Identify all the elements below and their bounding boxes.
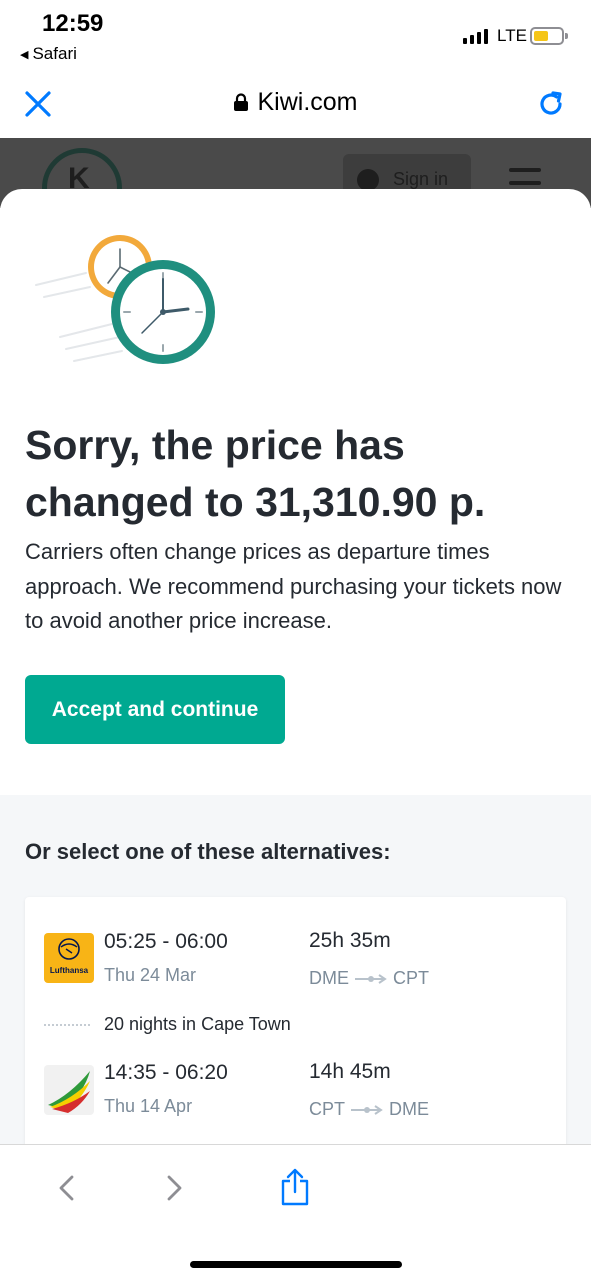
browser-address-bar: Kiwi.com bbox=[0, 70, 591, 138]
site-signin-label: Sign in bbox=[393, 169, 449, 189]
back-icon[interactable] bbox=[56, 1173, 78, 1203]
nights-separator bbox=[44, 1024, 90, 1026]
browser-toolbar bbox=[0, 1144, 591, 1280]
ethiopian-airlines-logo bbox=[44, 1065, 94, 1115]
back-app-label: Safari bbox=[32, 44, 77, 63]
stay-length: 20 nights in Cape Town bbox=[104, 1014, 291, 1034]
battery-icon bbox=[530, 27, 568, 45]
inbound-duration: 14h 45m bbox=[309, 1060, 391, 1083]
crane-icon bbox=[58, 938, 80, 960]
lufthansa-logo: Lufthansa bbox=[44, 933, 94, 983]
route-arrow-icon bbox=[351, 1104, 383, 1115]
lock-icon bbox=[234, 93, 249, 111]
user-icon bbox=[357, 169, 379, 191]
outbound-date: Thu 24 Mar bbox=[104, 965, 197, 985]
carrier-logo-text: Lufthansa bbox=[49, 966, 89, 975]
outbound-to: CPT bbox=[393, 968, 429, 988]
clocks-illustration bbox=[35, 235, 215, 364]
inbound-route: CPT DME bbox=[309, 1099, 429, 1120]
status-time: 12:59 bbox=[42, 10, 104, 37]
url-text: Kiwi.com bbox=[257, 88, 358, 116]
reload-icon[interactable] bbox=[536, 89, 566, 119]
price-change-headline: Sorry, the price has changed to 31,310.9… bbox=[25, 422, 486, 525]
inbound-times: 14:35 - 06:20 bbox=[104, 1061, 228, 1084]
alternatives-section: Or select one of these alternatives: Luf… bbox=[0, 795, 591, 1149]
outbound-times: 05:25 - 06:00 bbox=[104, 930, 228, 953]
share-icon[interactable] bbox=[278, 1167, 312, 1207]
inbound-date: Thu 14 Apr bbox=[104, 1096, 193, 1116]
outbound-from: DME bbox=[309, 968, 349, 988]
accept-and-continue-button[interactable]: Accept and continue bbox=[25, 675, 285, 744]
status-bar: 12:59 ◀ Safari LTE bbox=[0, 0, 591, 70]
alternatives-title: Or select one of these alternatives: bbox=[25, 839, 391, 864]
forward-icon[interactable] bbox=[163, 1173, 185, 1203]
inbound-from: CPT bbox=[309, 1099, 345, 1119]
back-triangle-icon: ◀ bbox=[20, 48, 29, 61]
network-label: LTE bbox=[497, 26, 527, 45]
price-change-description: Carriers often change prices as departur… bbox=[25, 539, 562, 633]
alternative-itinerary-card[interactable]: Lufthansa 05:25 - 06:00 Thu 24 Mar 25h 3… bbox=[25, 897, 566, 1149]
outbound-duration: 25h 35m bbox=[309, 929, 391, 952]
back-to-app-link[interactable]: ◀ Safari bbox=[20, 44, 77, 64]
home-indicator bbox=[190, 1261, 402, 1268]
price-change-modal: Sorry, the price has changed to 31,310.9… bbox=[0, 189, 591, 1149]
inbound-to: DME bbox=[389, 1099, 429, 1119]
url-display[interactable]: Kiwi.com bbox=[0, 88, 591, 117]
route-arrow-icon bbox=[355, 973, 387, 984]
outbound-route: DME CPT bbox=[309, 968, 429, 989]
signal-icon bbox=[463, 28, 488, 44]
airline-tail-icon bbox=[48, 1071, 90, 1113]
